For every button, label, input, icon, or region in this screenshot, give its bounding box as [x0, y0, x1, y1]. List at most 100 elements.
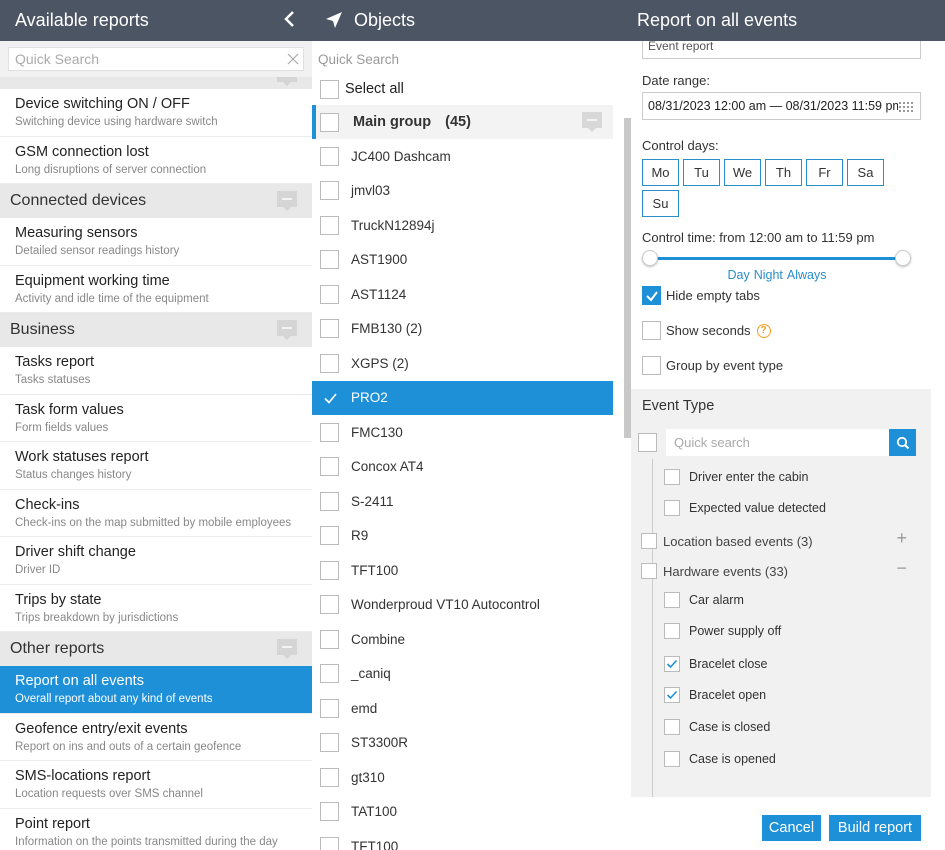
event-item-location-based-events-3[interactable]: Location based events (3): [641, 531, 813, 551]
object-item-gt310[interactable]: gt310: [312, 760, 613, 795]
day-toggle-we[interactable]: We: [724, 159, 761, 186]
time-preset-day[interactable]: Day: [727, 268, 749, 282]
object-item-fmb130-2[interactable]: FMB130 (2): [312, 312, 613, 347]
object-checkbox[interactable]: [320, 629, 339, 649]
event-checkbox[interactable]: [664, 592, 680, 608]
group-by-event-type-checkbox[interactable]: [642, 356, 661, 375]
object-item-st3300r[interactable]: ST3300R: [312, 726, 613, 761]
object-item-ast1124[interactable]: AST1124: [312, 277, 613, 312]
object-item-jc400-dashcam[interactable]: JC400 Dashcam: [312, 139, 613, 174]
group-by-event-type-option[interactable]: Group by event type: [642, 348, 932, 383]
select-all-row[interactable]: Select all: [312, 73, 631, 105]
object-checkbox[interactable]: [320, 802, 339, 822]
time-preset-night[interactable]: Night: [754, 268, 783, 282]
cancel-button[interactable]: Cancel: [762, 815, 821, 841]
event-item-case-is-opened[interactable]: Case is opened: [664, 749, 776, 769]
event-search-input[interactable]: [666, 429, 890, 456]
event-item-hardware-events-33[interactable]: Hardware events (33): [641, 561, 788, 581]
main-group-checkbox[interactable]: [320, 112, 339, 132]
event-checkbox[interactable]: [664, 500, 680, 516]
event-item-expected-value-detected[interactable]: Expected value detected: [664, 498, 826, 518]
event-item-case-is-closed[interactable]: Case is closed: [664, 717, 770, 737]
object-checkbox[interactable]: [320, 767, 339, 787]
report-item-work-statuses-report[interactable]: Work statuses report Status changes histo…: [0, 442, 312, 490]
event-item-power-supply-off[interactable]: Power supply off: [664, 621, 781, 641]
object-item-ast1900[interactable]: AST1900: [312, 243, 613, 278]
collapse-panel-button[interactable]: [282, 10, 300, 30]
event-item-bracelet-open[interactable]: Bracelet open: [664, 685, 766, 705]
object-item-r9[interactable]: R9: [312, 519, 613, 554]
report-item-report-on-all-events[interactable]: Report on all events Overall report about…: [0, 666, 312, 714]
object-item-fmc130[interactable]: FMC130: [312, 415, 613, 450]
collapse-group-icon[interactable]: [276, 77, 298, 87]
collapse-group-icon[interactable]: [276, 319, 298, 341]
object-checkbox[interactable]: [320, 733, 339, 753]
object-checkbox[interactable]: [320, 319, 339, 339]
report-item-tasks-report[interactable]: Tasks report Tasks statuses: [0, 347, 312, 395]
event-checkbox[interactable]: [641, 563, 657, 579]
reports-search-input[interactable]: [8, 47, 304, 71]
calendar-icon[interactable]: [898, 101, 916, 113]
event-checkbox[interactable]: [664, 469, 680, 485]
time-preset-always[interactable]: Always: [787, 268, 827, 282]
object-checkbox[interactable]: [320, 284, 339, 304]
clear-search-icon[interactable]: [286, 52, 300, 66]
collapse-group-icon[interactable]: [581, 111, 603, 133]
report-item-measuring-sensors[interactable]: Measuring sensors Detailed sensor reading…: [0, 218, 312, 266]
report-item-point-report[interactable]: Point report Information on the points tr…: [0, 808, 312, 850]
hide-empty-tabs-option[interactable]: Hide empty tabs: [642, 278, 932, 313]
event-checkbox[interactable]: [664, 656, 680, 672]
object-checkbox[interactable]: [320, 560, 339, 580]
object-checkbox[interactable]: [320, 664, 339, 684]
object-checkbox[interactable]: [320, 526, 339, 546]
day-toggle-mo[interactable]: Mo: [642, 159, 679, 186]
event-item-driver-enter-the-cabin[interactable]: Driver enter the cabin: [664, 467, 809, 487]
report-item-trips-by-state[interactable]: Trips by state Trips breakdown by jurisdi…: [0, 584, 312, 632]
report-item-driver-shift-change[interactable]: Driver shift change Driver ID: [0, 537, 312, 585]
expand-icon[interactable]: +: [896, 528, 907, 549]
slider-start-handle[interactable]: [642, 250, 658, 266]
object-item-wonderproud-vt10-autocontrol[interactable]: Wonderproud VT10 Autocontrol: [312, 588, 613, 623]
report-item-check-ins[interactable]: Check-ins Check-ins on the map submitted …: [0, 489, 312, 537]
collapse-group-icon[interactable]: [276, 190, 298, 212]
collapse-icon[interactable]: −: [896, 558, 907, 579]
date-range-input[interactable]: 08/31/2023 12:00 am — 08/31/2023 11:59 p…: [642, 92, 921, 120]
event-checkbox[interactable]: [664, 719, 680, 735]
select-all-checkbox[interactable]: [320, 79, 339, 99]
build-report-button[interactable]: Build report: [829, 815, 921, 841]
report-item-task-form-values[interactable]: Task form values Form fields values: [0, 394, 312, 442]
event-select-all-checkbox[interactable]: [638, 433, 657, 452]
object-checkbox[interactable]: [320, 250, 339, 270]
day-toggle-sa[interactable]: Sa: [847, 159, 884, 186]
object-checkbox[interactable]: [320, 353, 339, 373]
object-item-pro2[interactable]: PRO2: [312, 380, 613, 415]
event-checkbox[interactable]: [664, 687, 680, 703]
object-item-xgps-2[interactable]: XGPS (2): [312, 346, 613, 381]
report-item-gsm-connection-lost[interactable]: GSM connection lost Long disruptions of s…: [0, 136, 312, 184]
object-item-jmvl03[interactable]: jmvl03: [312, 174, 613, 209]
day-toggle-fr[interactable]: Fr: [806, 159, 843, 186]
object-checkbox[interactable]: [320, 146, 339, 166]
object-item-concox-at4[interactable]: Concox AT4: [312, 450, 613, 485]
control-time-slider[interactable]: [642, 249, 912, 269]
object-item-emd[interactable]: emd: [312, 691, 613, 726]
object-checkbox[interactable]: [320, 491, 339, 511]
hide-empty-tabs-checkbox[interactable]: [642, 286, 661, 305]
report-item-equipment-working-time[interactable]: Equipment working time Activity and idle …: [0, 265, 312, 313]
object-item-combine[interactable]: Combine: [312, 622, 613, 657]
objects-search-input[interactable]: [318, 52, 598, 67]
day-toggle-th[interactable]: Th: [765, 159, 802, 186]
event-item-car-alarm[interactable]: Car alarm: [664, 590, 744, 610]
day-toggle-tu[interactable]: Tu: [683, 159, 720, 186]
report-item-device-switching-on-off[interactable]: Device switching ON / OFF Switching devic…: [0, 89, 312, 137]
object-item-tft100[interactable]: TFT100: [312, 553, 613, 588]
objects-scrollbar[interactable]: [624, 118, 631, 438]
object-item-tft100[interactable]: TFT100: [312, 829, 613, 850]
event-checkbox[interactable]: [664, 623, 680, 639]
object-item-s-2411[interactable]: S-2411: [312, 484, 613, 519]
collapse-group-icon[interactable]: [276, 638, 298, 660]
slider-end-handle[interactable]: [895, 250, 911, 266]
report-item-sms-locations-report[interactable]: SMS-locations report Location requests ov…: [0, 761, 312, 809]
report-group-connected-devices[interactable]: Connected devices: [0, 184, 312, 218]
event-checkbox[interactable]: [641, 533, 657, 549]
